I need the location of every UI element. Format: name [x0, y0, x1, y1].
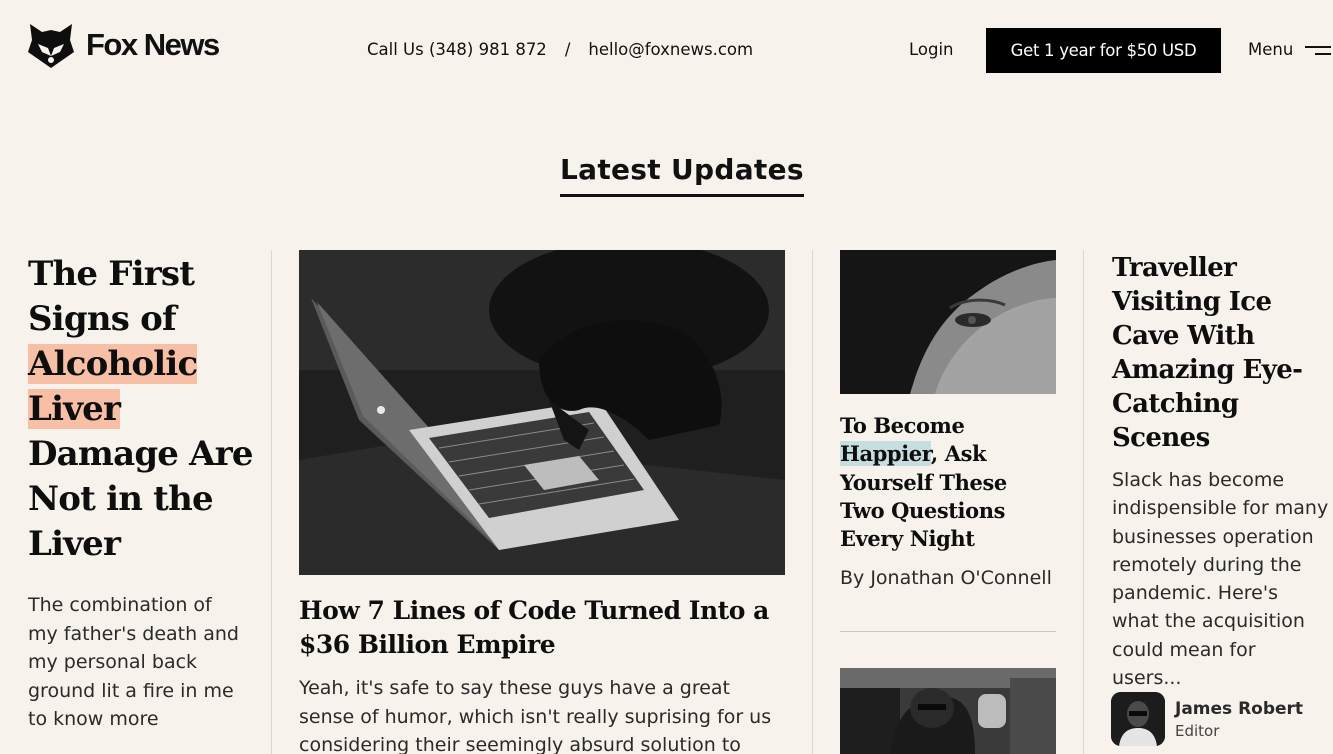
author-name: James Robert [1175, 698, 1304, 719]
section-title: Latest Updates [560, 153, 804, 197]
studio-photo[interactable] [840, 668, 1056, 754]
login-link[interactable]: Login [909, 40, 954, 59]
column-divider [812, 250, 813, 754]
article-excerpt: Slack has become indispensible for many … [1112, 469, 1329, 690]
menu-button[interactable]: Menu [1248, 40, 1332, 59]
laptop-photo[interactable] [299, 250, 785, 575]
article-excerpt: The combination of my father's death and… [28, 594, 239, 730]
face-photo[interactable] [840, 250, 1056, 394]
contact-separator: / [564, 40, 571, 59]
article-title[interactable]: The First Signs of Alcoholic Liver Damag… [28, 252, 258, 567]
article-excerpt: Yeah, it's safe to say these guys have a… [299, 677, 772, 754]
email-link[interactable]: hello@foxnews.com [588, 40, 753, 59]
title-highlight: Happier [840, 441, 931, 467]
menu-label: Menu [1248, 40, 1294, 59]
phone-link[interactable]: Call Us (348) 981 872 [367, 40, 547, 59]
avatar [1111, 692, 1165, 746]
article-title[interactable]: How 7 Lines of Code Turned Into a $36 Bi… [299, 594, 789, 662]
logo[interactable]: Fox News [28, 22, 220, 68]
site-header: Fox News Call Us (348) 981 872 / hello@f… [0, 0, 1333, 100]
title-highlight: Alcoholic Liver [28, 344, 198, 429]
article-title[interactable]: Traveller Visiting Ice Cave With Amazing… [1112, 251, 1327, 455]
contact-info: Call Us (348) 981 872 / hello@foxnews.co… [367, 40, 753, 59]
fox-logo-icon [28, 24, 74, 68]
column-divider [271, 250, 272, 754]
article-byline: By Jonathan O'Connell [840, 567, 1052, 589]
author-role: Editor [1175, 721, 1220, 740]
title-text: The First Signs of [28, 254, 195, 339]
column-divider [1083, 250, 1084, 754]
brand-name: Fox News [86, 27, 220, 62]
article-title[interactable]: To Become Happier, Ask Yourself These Tw… [840, 412, 1056, 553]
hamburger-icon [1305, 43, 1332, 57]
title-text: To Become [840, 413, 965, 438]
title-text: Damage Are Not in the Liver [28, 434, 254, 564]
subscribe-button[interactable]: Get 1 year for $50 USD [986, 28, 1221, 73]
author-card[interactable]: James Robert Editor [1111, 692, 1303, 746]
divider [840, 631, 1056, 632]
